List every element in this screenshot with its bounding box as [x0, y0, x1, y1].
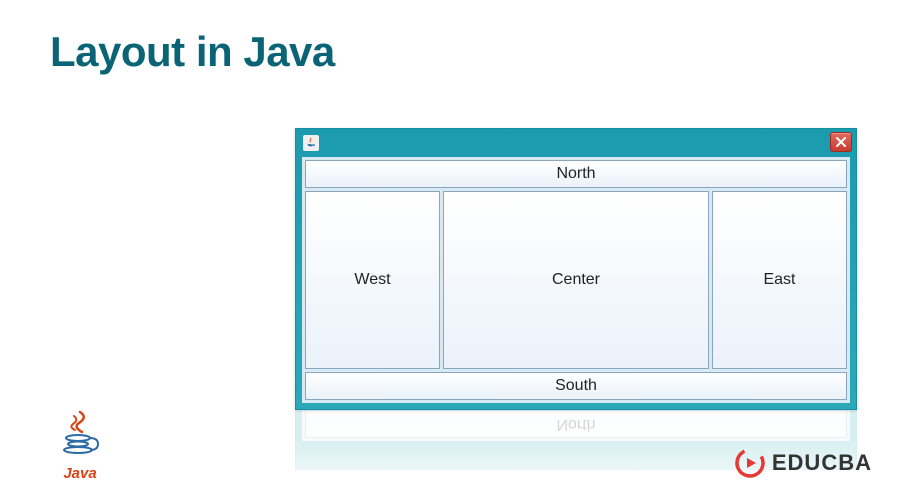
- java-cup-icon: [303, 135, 319, 151]
- educba-logo-text: EDUCBA: [772, 450, 872, 476]
- java-cup-icon: [60, 410, 100, 458]
- educba-mark-icon: [735, 448, 765, 478]
- west-button[interactable]: West: [305, 191, 440, 369]
- reflection-cell: North: [305, 410, 847, 438]
- window-titlebar: [296, 129, 856, 157]
- north-button[interactable]: North: [305, 160, 847, 188]
- java-logo: Java: [50, 410, 110, 482]
- java-window: North West Center East South: [295, 128, 857, 410]
- center-button[interactable]: Center: [443, 191, 709, 369]
- south-button[interactable]: South: [305, 372, 847, 400]
- java-logo-text: Java: [50, 465, 110, 482]
- east-button[interactable]: East: [712, 191, 847, 369]
- page-title: Layout in Java: [50, 28, 335, 76]
- middle-row: West Center East: [305, 191, 847, 369]
- educba-logo: EDUCBA: [735, 448, 872, 478]
- borderlayout-panel: North West Center East South: [302, 157, 850, 403]
- close-icon: [836, 137, 846, 147]
- close-button[interactable]: [830, 132, 852, 152]
